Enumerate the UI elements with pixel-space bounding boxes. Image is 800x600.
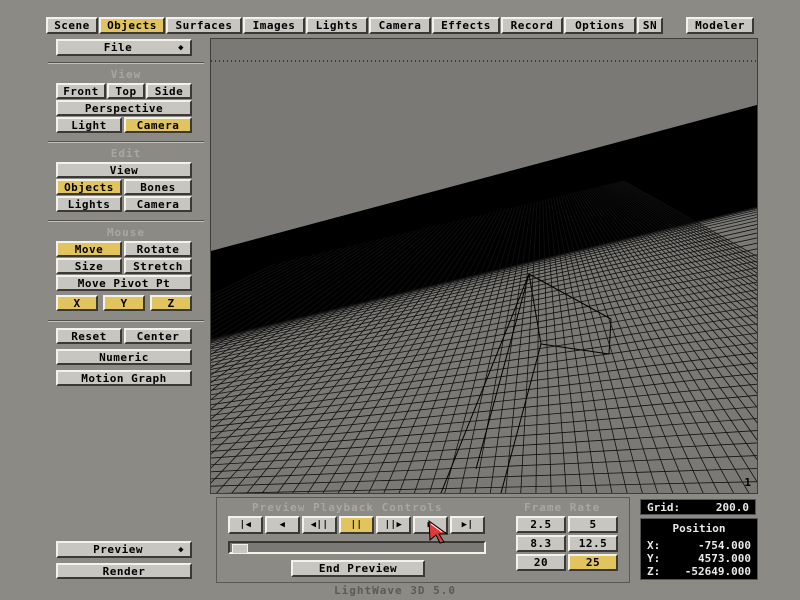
updown-arrow-icon: ◆ (178, 544, 184, 555)
position-readout: Position X: -754.000 Y: 4573.000 Z: -52649.… (640, 518, 758, 580)
menu-tab-images[interactable]: Images (243, 17, 305, 34)
preview-dropdown[interactable]: Preview ◆ (56, 541, 192, 558)
motion-graph-button[interactable]: Motion Graph (56, 370, 192, 386)
frame-rate-12-5-button[interactable]: 12.5 (568, 535, 618, 552)
modeler-button[interactable]: Modeler (686, 17, 754, 34)
axis-y-button[interactable]: Y (103, 295, 145, 311)
mouse-section-title: Mouse (106, 226, 146, 239)
menu-tab-surfaces[interactable]: Surfaces (166, 17, 242, 34)
axis-z-button[interactable]: Z (150, 295, 192, 311)
mouse-rotate-button[interactable]: Rotate (124, 241, 192, 257)
menu-tab-sn[interactable]: SN (637, 17, 663, 34)
last-icon: ▶| (461, 520, 474, 530)
render-button[interactable]: Render (56, 563, 192, 579)
frame-rate-20-button[interactable]: 20 (516, 554, 566, 571)
wireframe-grid (211, 39, 757, 493)
first-button[interactable]: |◀ (228, 516, 263, 534)
menu-tab-objects[interactable]: Objects (99, 17, 165, 34)
preview-playback-title: Preview Playback Controls (252, 501, 443, 514)
frame-rate-title: Frame Rate (524, 501, 601, 514)
file-dropdown[interactable]: File ◆ (56, 39, 192, 56)
viewport-corner-label: 1 (744, 476, 751, 489)
step-forward-icon: ||▶ (384, 520, 403, 530)
frame-rate-8-3-button[interactable]: 8.3 (516, 535, 566, 552)
menu-tab-scene[interactable]: Scene (46, 17, 98, 34)
pause-icon: || (350, 520, 363, 530)
frame-rate-5-button[interactable]: 5 (568, 516, 618, 533)
center-button[interactable]: Center (124, 328, 192, 344)
edit-lights-button[interactable]: Lights (56, 196, 122, 212)
back-button[interactable]: ◀ (265, 516, 300, 534)
edit-bones-button[interactable]: Bones (124, 179, 192, 195)
divider (48, 220, 204, 222)
frame-rate-2-5-button[interactable]: 2.5 (516, 516, 566, 533)
slider-knob[interactable] (232, 544, 248, 554)
view-front-button[interactable]: Front (56, 83, 106, 99)
mouse-cursor-icon (428, 520, 449, 544)
edit-camera-button[interactable]: Camera (124, 196, 192, 212)
menu-tab-camera[interactable]: Camera (369, 17, 431, 34)
position-x-row: X: -754.000 (647, 539, 751, 552)
app-version-label: LightWave 3D 5.0 (334, 584, 456, 597)
menu-tab-effects[interactable]: Effects (432, 17, 500, 34)
step-forward-button[interactable]: ||▶ (376, 516, 411, 534)
numeric-button[interactable]: Numeric (56, 349, 192, 365)
mouse-stretch-button[interactable]: Stretch (124, 258, 192, 274)
updown-arrow-icon: ◆ (178, 42, 184, 53)
position-title: Position (672, 522, 726, 535)
perspective-viewport[interactable]: 1 (210, 38, 758, 494)
edit-section-title: Edit (110, 147, 142, 160)
position-x-value: -754.000 (698, 539, 751, 552)
pause-button[interactable]: || (339, 516, 374, 534)
view-section-title: View (110, 68, 142, 81)
grid-label: Grid: (647, 500, 681, 514)
mouse-move-pivot-button[interactable]: Move Pivot Pt (56, 275, 192, 291)
edit-view-button[interactable]: View (56, 162, 192, 178)
view-top-button[interactable]: Top (107, 83, 145, 99)
menu-tab-lights[interactable]: Lights (306, 17, 368, 34)
divider (48, 141, 204, 143)
first-icon: |◀ (239, 520, 252, 530)
view-perspective-button[interactable]: Perspective (56, 100, 192, 116)
last-button[interactable]: ▶| (450, 516, 485, 534)
step-back-button[interactable]: ◀|| (302, 516, 337, 534)
mouse-move-button[interactable]: Move (56, 241, 122, 257)
menu-tab-options[interactable]: Options (564, 17, 636, 34)
position-z-row: Z: -52649.000 (647, 565, 751, 578)
position-z-value: -52649.000 (684, 565, 751, 578)
end-preview-button[interactable]: End Preview (291, 560, 425, 577)
grid-readout: Grid: 200.0 (640, 499, 756, 515)
view-light-button[interactable]: Light (56, 117, 122, 133)
step-back-icon: ◀|| (310, 520, 329, 530)
back-icon: ◀ (279, 520, 286, 530)
divider (48, 320, 204, 322)
position-y-value: 4573.000 (698, 552, 751, 565)
file-label: File (103, 41, 133, 54)
grid-value: 200.0 (715, 500, 749, 514)
mouse-size-button[interactable]: Size (56, 258, 122, 274)
divider (48, 62, 204, 64)
preview-label: Preview (93, 543, 143, 556)
edit-objects-button[interactable]: Objects (56, 179, 122, 195)
view-camera-button[interactable]: Camera (124, 117, 192, 133)
position-y-row: Y: 4573.000 (647, 552, 751, 565)
axis-x-button[interactable]: X (56, 295, 98, 311)
reset-button[interactable]: Reset (56, 328, 122, 344)
menu-tab-record[interactable]: Record (501, 17, 563, 34)
frame-rate-25-button[interactable]: 25 (568, 554, 618, 571)
view-side-button[interactable]: Side (146, 83, 192, 99)
